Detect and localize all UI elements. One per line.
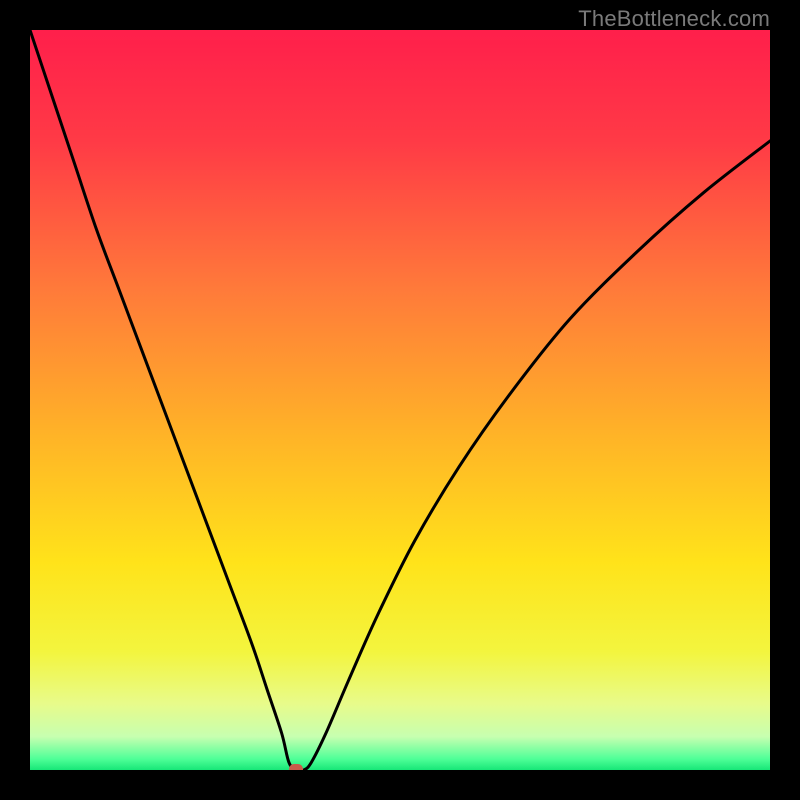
chart-frame: TheBottleneck.com	[0, 0, 800, 800]
watermark-text: TheBottleneck.com	[578, 6, 770, 32]
optimal-point-marker	[289, 764, 303, 770]
plot-area	[30, 30, 770, 770]
bottleneck-curve	[30, 30, 770, 770]
